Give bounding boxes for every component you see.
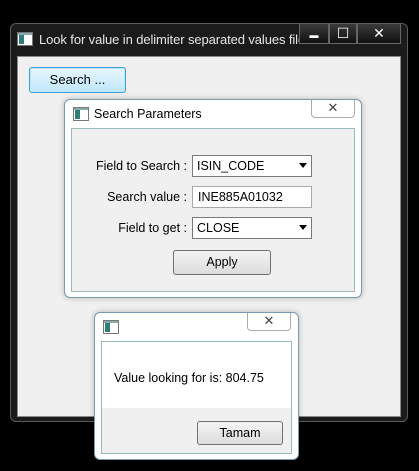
field-to-get-label: Field to get : xyxy=(118,221,187,235)
minimize-button[interactable]: ▬ xyxy=(299,24,329,44)
maximize-button[interactable]: ☐ xyxy=(329,24,357,44)
dialog-app-icon xyxy=(73,107,89,121)
dialog-title: Search Parameters xyxy=(94,107,202,121)
chevron-down-icon xyxy=(299,225,307,230)
chevron-down-icon xyxy=(299,163,307,168)
close-icon: ✕ xyxy=(263,313,275,328)
search-value-label: Search value : xyxy=(107,190,187,204)
close-button[interactable]: ✕ xyxy=(357,24,401,44)
field-to-search-label: Field to Search : xyxy=(95,159,187,173)
close-icon: ✕ xyxy=(327,100,339,115)
message-box-close-button[interactable]: ✕ xyxy=(247,313,291,331)
field-to-search-select[interactable]: ISIN_CODE xyxy=(192,155,312,177)
message-box-client: Value looking for is: 804.75 Tamam xyxy=(101,341,292,454)
window-title: Look for value in delimiter separated va… xyxy=(39,32,306,47)
search-value-input[interactable]: INE885A01032 xyxy=(192,186,312,208)
search-dialog-client: Field to Search : ISIN_CODE Search value… xyxy=(71,128,355,292)
field-to-get-value: CLOSE xyxy=(197,221,240,235)
ok-button[interactable]: Tamam xyxy=(197,421,283,445)
message-box-footer: Tamam xyxy=(102,408,291,453)
message-text: Value looking for is: 804.75 xyxy=(114,371,264,385)
close-icon: ✕ xyxy=(373,25,385,41)
field-to-get-select[interactable]: CLOSE xyxy=(192,217,312,239)
maximize-icon: ☐ xyxy=(336,25,350,41)
message-box: ✕ Value looking for is: 804.75 Tamam xyxy=(94,312,299,460)
field-to-search-value: ISIN_CODE xyxy=(197,159,265,173)
dialog-close-button[interactable]: ✕ xyxy=(311,100,355,118)
apply-button[interactable]: Apply xyxy=(173,250,271,275)
message-box-app-icon xyxy=(103,320,119,334)
main-titlebar[interactable]: Look for value in delimiter separated va… xyxy=(11,24,407,54)
search-button[interactable]: Search ... xyxy=(29,67,126,93)
minimize-icon: ▬ xyxy=(309,30,319,40)
app-icon xyxy=(17,32,33,46)
search-parameters-dialog: Search Parameters ✕ Field to Search : IS… xyxy=(64,99,362,298)
